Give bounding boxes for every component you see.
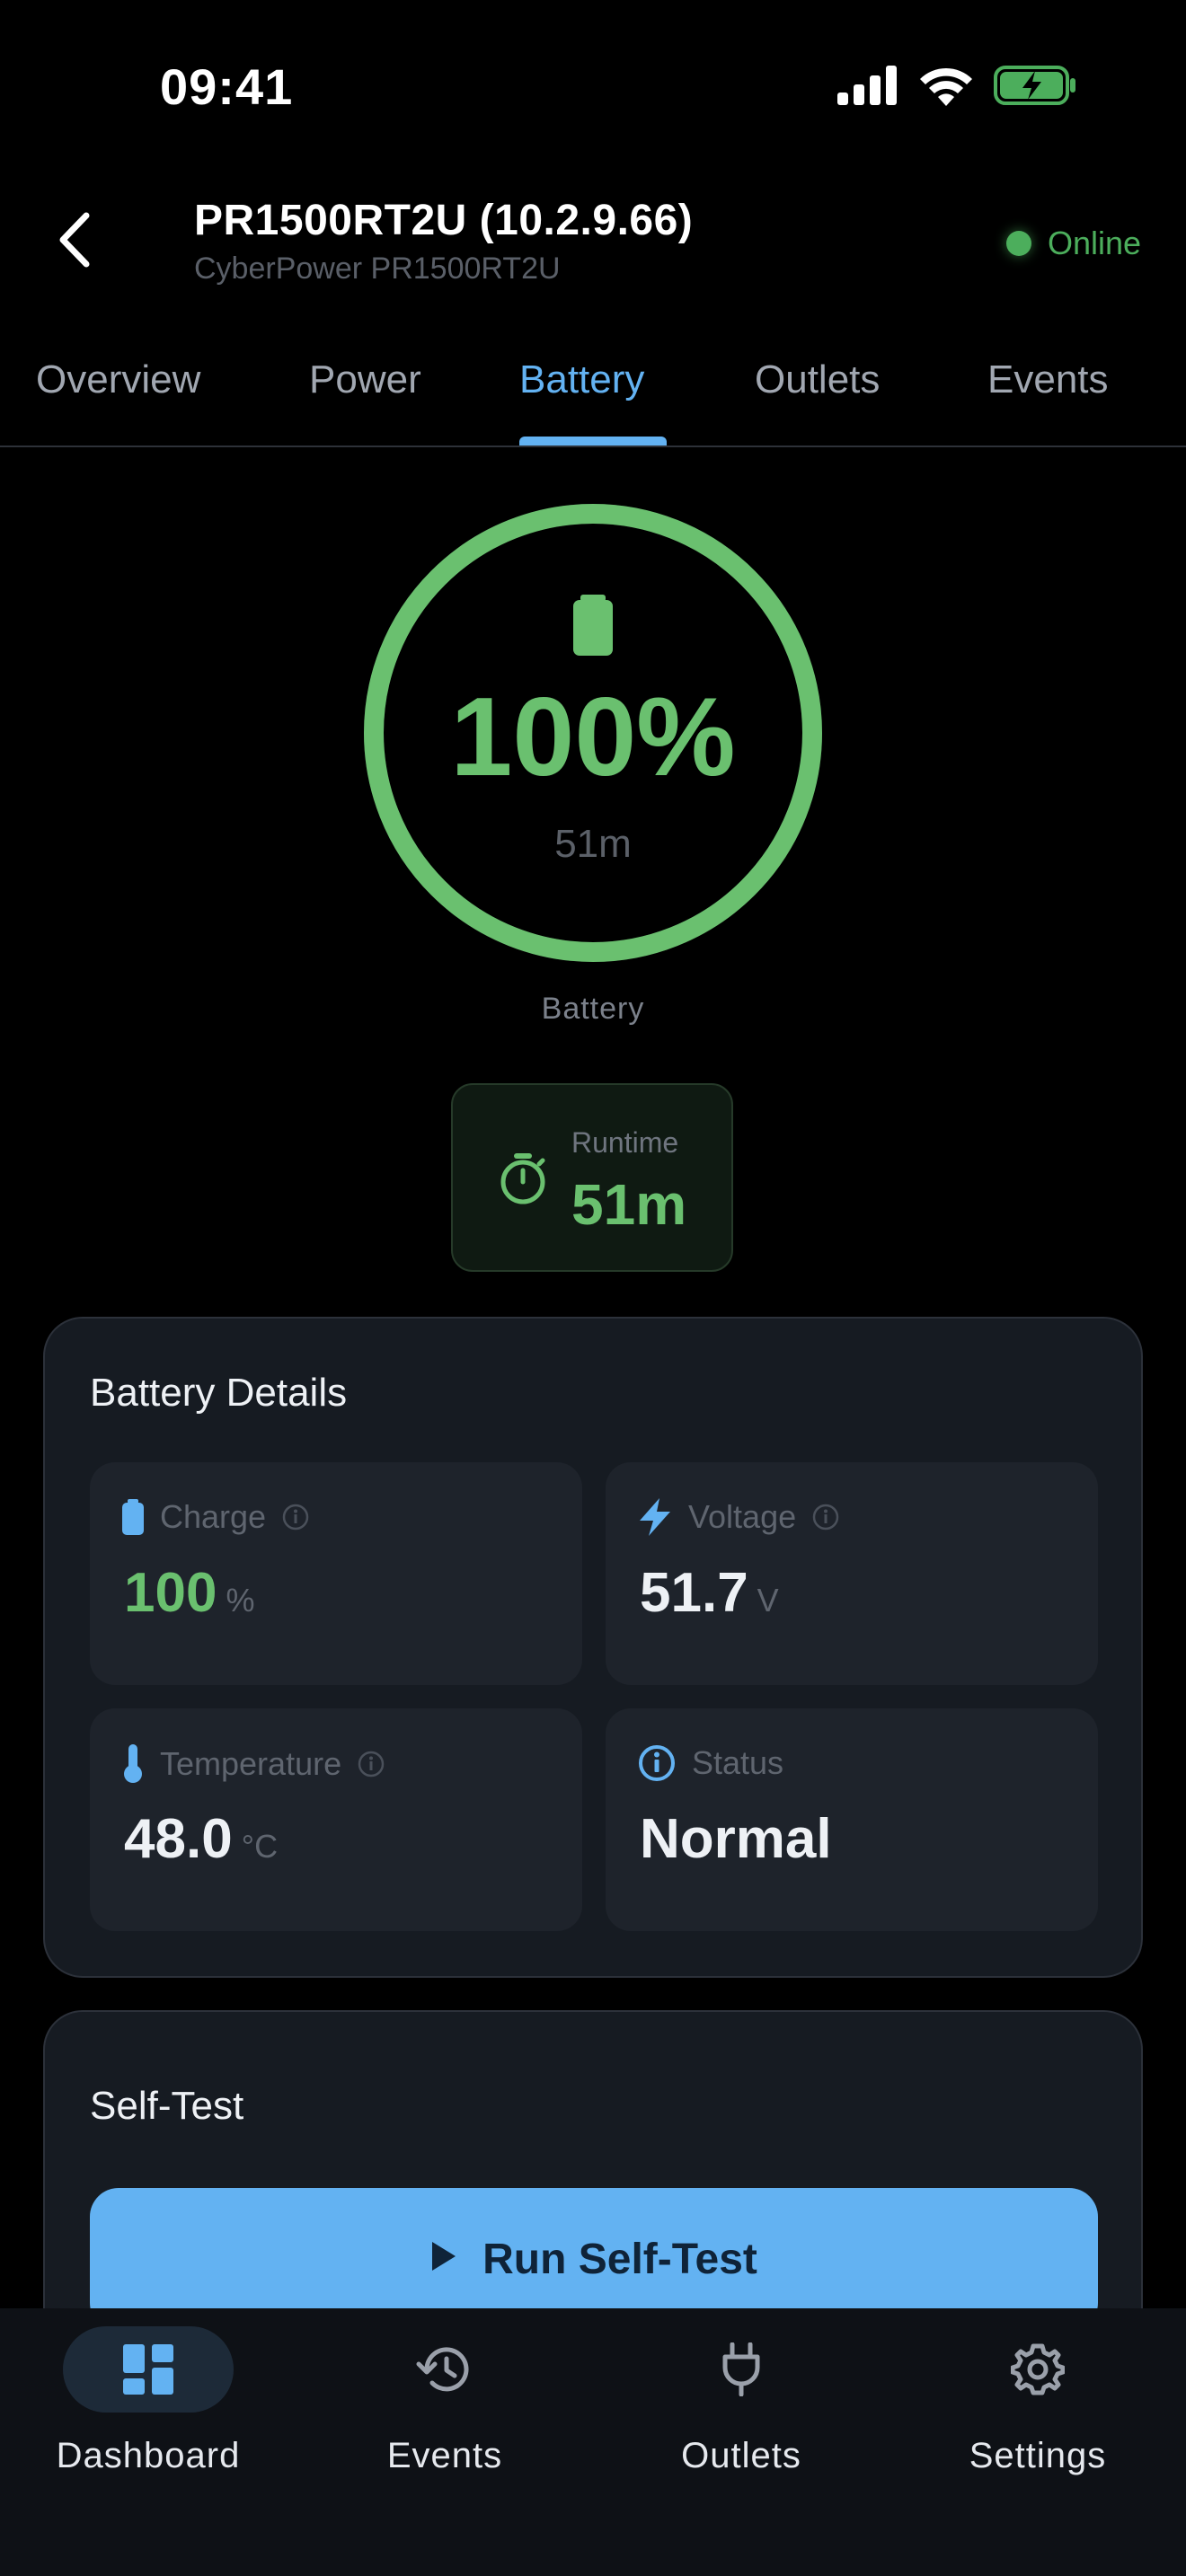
tab-overview[interactable]: Overview [36,357,200,402]
status-label: Status [692,1744,784,1781]
signal-icon [837,66,897,105]
battery-percent: 100% [450,675,736,799]
tab-bar: Overview Power Battery Outlets Events [0,350,1186,447]
page-title: PR1500RT2U (10.2.9.66) [194,197,694,244]
status-badge: Online [1005,225,1141,262]
status-icons [837,65,1076,106]
voltage-label: Voltage [688,1498,797,1535]
info-outline-icon[interactable] [812,1504,839,1531]
voltage-unit: V [757,1582,779,1619]
self-test-title: Self-Test [90,2084,244,2128]
temperature-tile: Temperature 48.0 °C [90,1708,582,1931]
bolt-icon [640,1498,670,1536]
back-button[interactable] [49,208,102,271]
status-dot [1005,231,1031,256]
thermometer-icon [124,1744,142,1783]
nav-outlets-label: Outlets [681,2436,801,2475]
info-icon [639,1745,675,1781]
wifi-icon [920,67,972,106]
charge-tile: Charge 100 % [90,1462,582,1685]
runtime-chip: Runtime 51m [451,1083,733,1272]
nav-dashboard-label: Dashboard [56,2436,241,2475]
device-model: CyberPower PR1500RT2U [194,251,561,286]
temperature-label: Temperature [160,1745,342,1782]
play-icon [432,2242,456,2271]
status-time: 09:41 [160,58,294,115]
gear-icon [1011,2343,1065,2395]
tab-battery[interactable]: Battery [519,357,644,402]
temperature-unit: °C [241,1828,279,1865]
nav-settings[interactable]: Settings [890,2326,1186,2476]
battery-icon [573,595,613,656]
plug-icon [722,2342,760,2396]
active-tab-indicator [519,437,667,446]
tab-events[interactable]: Events [987,357,1109,402]
battery-charging-icon [994,66,1075,105]
status-label: Online [1047,225,1141,261]
bottom-nav: Dashboard Events Outlets Settings [0,2308,1186,2576]
voltage-tile: Voltage 51.7 V [606,1462,1098,1685]
dashboard-icon [123,2344,173,2395]
charge-value: 100 [124,1562,217,1624]
info-outline-icon[interactable] [282,1504,309,1531]
run-self-test-label: Run Self-Test [482,2236,757,2283]
status-value: Normal [640,1808,832,1870]
tab-outlets[interactable]: Outlets [755,357,880,402]
info-outline-icon[interactable] [358,1751,385,1778]
stopwatch-icon [500,1153,545,1204]
runtime-label: Runtime [571,1126,679,1159]
tab-power[interactable]: Power [309,357,421,402]
battery-runtime-text: 51m [554,822,632,866]
battery-details-title: Battery Details [90,1371,348,1415]
battery-icon [122,1499,144,1535]
nav-dashboard[interactable]: Dashboard [0,2326,296,2476]
nav-settings-label: Settings [969,2436,1107,2475]
voltage-value: 51.7 [640,1562,748,1624]
nav-events-label: Events [386,2436,503,2475]
chevron-left-icon [59,212,90,268]
nav-events[interactable]: Events [296,2326,593,2476]
charge-unit: % [226,1582,255,1619]
status-tile: Status Normal [606,1708,1098,1931]
runtime-value: 51m [571,1172,687,1237]
battery-details-card: Battery Details Charge 100 % Voltage 51.… [43,1317,1143,1978]
battery-gauge-label: Battery [541,992,645,1026]
nav-outlets[interactable]: Outlets [593,2326,890,2476]
status-bar: 09:41 [0,0,1186,171]
history-icon [416,2347,469,2392]
charge-label: Charge [160,1498,267,1535]
temperature-value: 48.0 [124,1808,233,1870]
